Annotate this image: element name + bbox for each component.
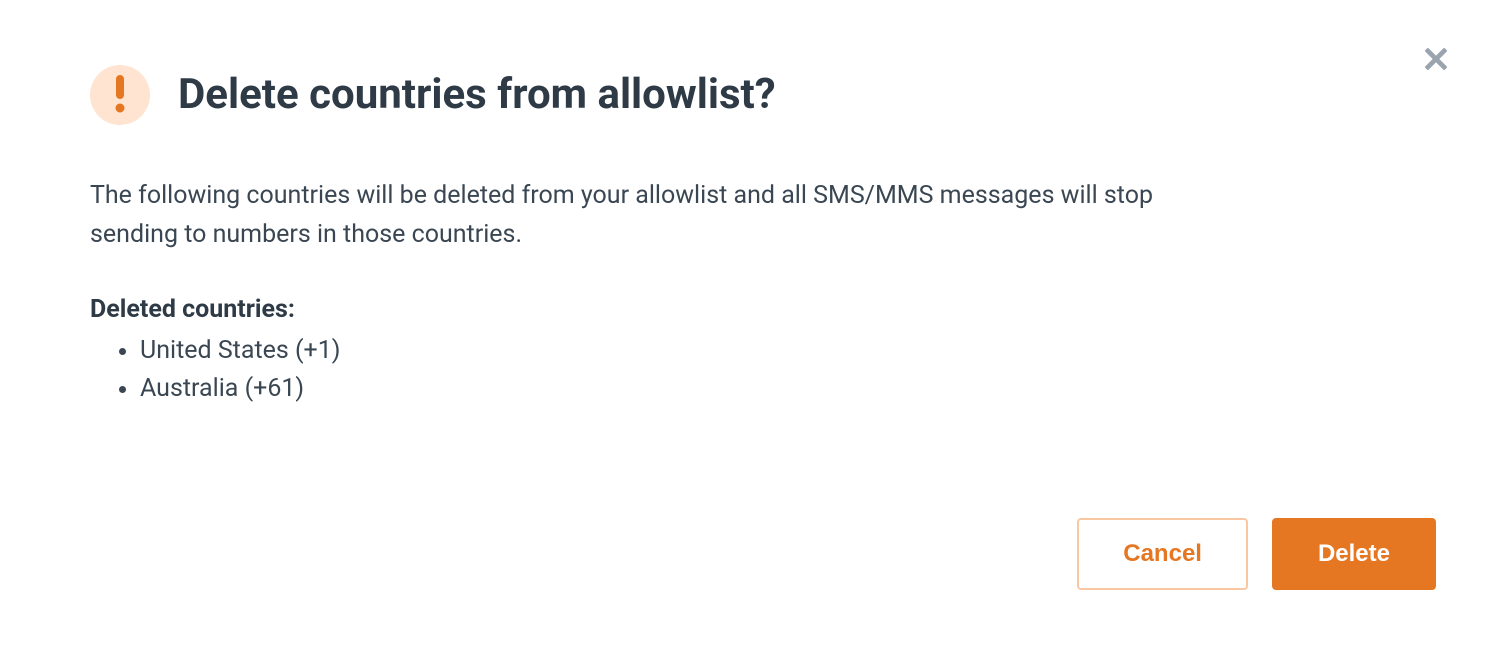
list-item: Australia (+61) — [140, 370, 1414, 409]
modal-footer: Cancel Delete — [1077, 518, 1436, 590]
close-button[interactable] — [1416, 40, 1456, 80]
modal-title: Delete countries from allowlist? — [178, 70, 776, 120]
modal-body: The following countries will be deleted … — [90, 177, 1414, 409]
modal-header: Delete countries from allowlist? — [90, 65, 1414, 125]
deleted-countries-list: United States (+1) Australia (+61) — [90, 332, 1414, 410]
deleted-countries-label: Deleted countries: — [90, 295, 1414, 324]
delete-countries-modal: Delete countries from allowlist? The fol… — [0, 0, 1504, 648]
close-icon — [1420, 43, 1452, 78]
exclamation-icon — [113, 73, 127, 117]
cancel-button[interactable]: Cancel — [1077, 518, 1248, 590]
list-item: United States (+1) — [140, 332, 1414, 371]
warning-icon-wrapper — [90, 65, 150, 125]
delete-button[interactable]: Delete — [1272, 518, 1436, 590]
modal-description: The following countries will be deleted … — [90, 177, 1190, 255]
